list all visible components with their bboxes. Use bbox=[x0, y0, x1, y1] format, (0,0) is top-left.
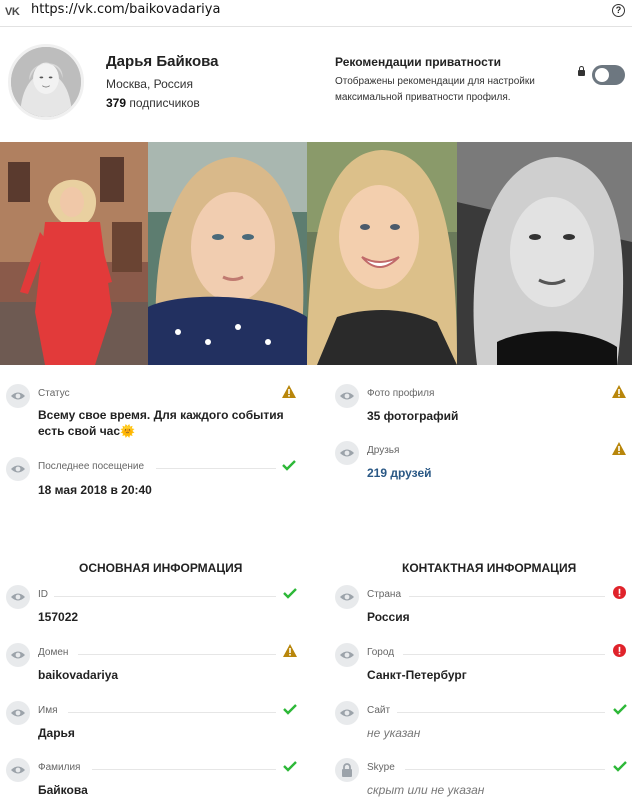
divider bbox=[405, 769, 605, 770]
basic-info-title: ОСНОВНАЯ ИНФОРМАЦИЯ bbox=[79, 561, 243, 575]
eye-icon[interactable] bbox=[335, 643, 359, 667]
field-label: Фото профиля bbox=[367, 388, 435, 399]
divider bbox=[156, 468, 276, 469]
profile-photos-value[interactable]: 35 фотографий bbox=[367, 409, 458, 423]
eye-icon[interactable] bbox=[6, 701, 30, 725]
eye-icon[interactable] bbox=[6, 643, 30, 667]
friends-value[interactable]: 219 друзей bbox=[367, 466, 432, 480]
divider bbox=[92, 769, 276, 770]
subscribers-label: подписчиков bbox=[129, 96, 200, 110]
field-label: Домен bbox=[38, 647, 69, 658]
check-icon bbox=[613, 759, 627, 773]
vk-logo-icon: VK bbox=[5, 6, 20, 18]
eye-icon[interactable] bbox=[335, 701, 359, 725]
eye-icon[interactable] bbox=[335, 384, 359, 408]
eye-icon[interactable] bbox=[6, 585, 30, 609]
privacy-title: Рекомендации приватности bbox=[335, 55, 502, 69]
divider bbox=[397, 712, 605, 713]
warning-icon bbox=[612, 385, 626, 399]
warning-icon bbox=[282, 385, 296, 399]
privacy-description: Отображены рекомендации для настройки ма… bbox=[335, 76, 535, 103]
warning-icon bbox=[612, 442, 626, 456]
photo-selfie-scarf[interactable] bbox=[148, 142, 307, 365]
eye-icon[interactable] bbox=[6, 384, 30, 408]
last-seen-value: 18 мая 2018 в 20:40 bbox=[38, 483, 152, 497]
eye-icon[interactable] bbox=[335, 441, 359, 465]
domain-value: baikovadariya bbox=[38, 668, 119, 682]
avatar-photo-icon bbox=[11, 47, 81, 117]
photo-selfie-smile[interactable] bbox=[307, 142, 457, 365]
skype-value: скрыт или не указан bbox=[367, 783, 485, 797]
divider bbox=[409, 596, 605, 597]
check-icon bbox=[283, 702, 297, 716]
check-icon bbox=[283, 586, 297, 600]
lock-icon bbox=[578, 66, 585, 76]
eye-icon[interactable] bbox=[335, 585, 359, 609]
id-value: 157022 bbox=[38, 610, 79, 624]
avatar[interactable] bbox=[8, 44, 84, 120]
photo-woman-red-dress[interactable] bbox=[0, 142, 148, 365]
status-value: Всему свое время. Для каждого события ес… bbox=[38, 408, 284, 438]
privacy-toggle[interactable] bbox=[592, 65, 625, 85]
eye-icon[interactable] bbox=[6, 758, 30, 782]
address-bar[interactable]: VK https://vk.com/baikovadariya ? bbox=[0, 0, 632, 27]
city-value: Санкт-Петербург bbox=[367, 668, 467, 682]
profile-name: Дарья Байкова bbox=[106, 53, 219, 70]
divider bbox=[78, 654, 276, 655]
subscribers-number: 379 bbox=[106, 96, 127, 110]
field-label: Друзья bbox=[367, 445, 400, 456]
photo-portrait-bw[interactable] bbox=[457, 142, 632, 365]
help-icon[interactable]: ? bbox=[612, 4, 625, 17]
field-label: Имя bbox=[38, 705, 58, 716]
field-label: Последнее посещение bbox=[38, 461, 145, 472]
contact-info-title: КОНТАКТНАЯ ИНФОРМАЦИЯ bbox=[402, 561, 577, 575]
country-value: Россия bbox=[367, 610, 410, 624]
warning-icon bbox=[283, 644, 297, 658]
field-label: Страна bbox=[367, 589, 402, 600]
check-icon bbox=[283, 759, 297, 773]
last-name-value: Байкова bbox=[38, 783, 88, 797]
first-name-value: Дарья bbox=[38, 726, 75, 740]
divider bbox=[68, 712, 276, 713]
field-label: Статус bbox=[38, 388, 70, 399]
lock-icon[interactable] bbox=[335, 758, 359, 782]
url-text[interactable]: https://vk.com/baikovadariya bbox=[31, 2, 220, 17]
subscribers-count: 379 подписчиков bbox=[106, 96, 200, 110]
profile-location: Москва, Россия bbox=[106, 77, 193, 91]
check-icon bbox=[613, 702, 627, 716]
field-label: Skype bbox=[367, 762, 395, 773]
website-value: не указан bbox=[367, 726, 421, 740]
error-icon bbox=[613, 586, 627, 600]
check-icon bbox=[282, 458, 296, 472]
field-label: Город bbox=[367, 647, 395, 658]
divider bbox=[403, 654, 605, 655]
eye-icon[interactable] bbox=[6, 457, 30, 481]
error-icon bbox=[613, 644, 627, 658]
field-label: Сайт bbox=[367, 705, 391, 716]
photo-strip bbox=[0, 142, 632, 365]
field-label: Фамилия bbox=[38, 762, 81, 773]
divider bbox=[54, 596, 276, 597]
field-label: ID bbox=[38, 589, 48, 600]
